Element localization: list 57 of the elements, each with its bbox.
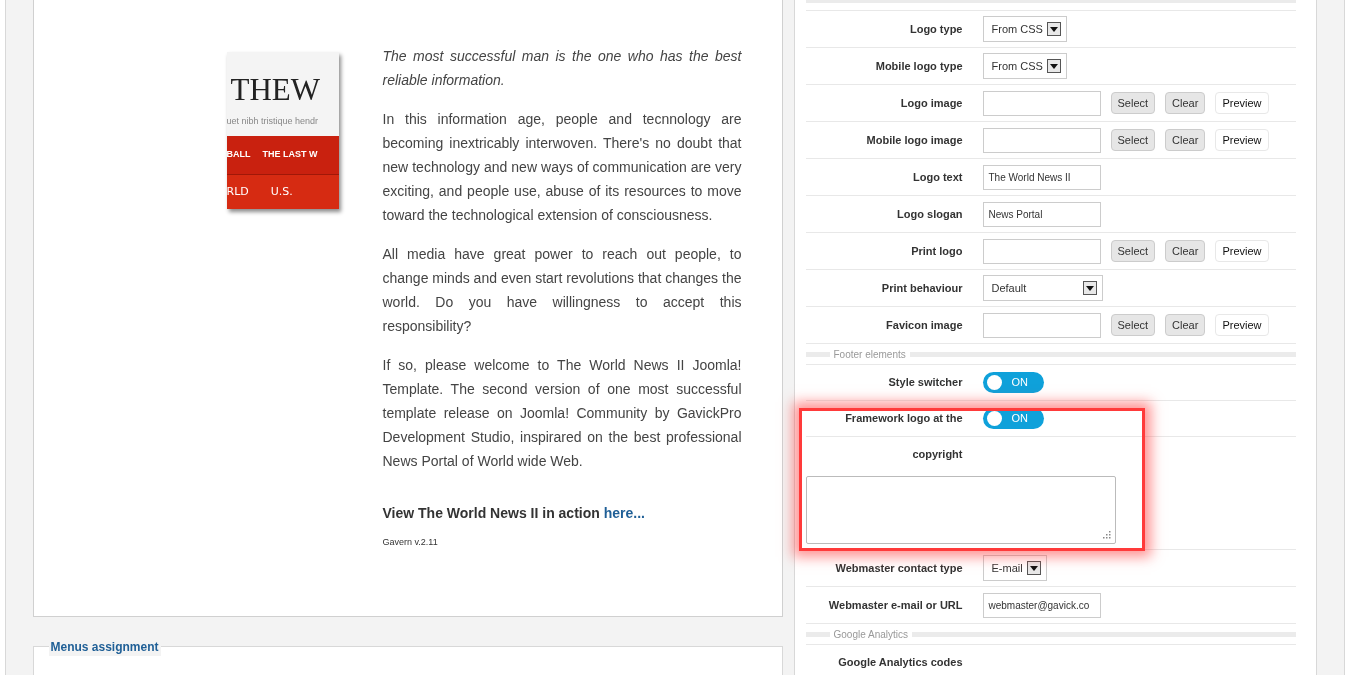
field-label: Framework logo at the [845,412,963,425]
field-label: Webmaster e-mail or URL [828,598,963,611]
caret-icon [1082,281,1097,295]
input-field[interactable] [982,312,1101,338]
field-label: Favicon image [886,318,963,331]
caret-icon [1046,22,1061,36]
field-button[interactable]: Clear [1165,129,1206,151]
preview-tagline: uet nibh tristique hendr [226,115,320,128]
field-button[interactable]: Clear [1165,240,1206,262]
field-label: Logo text [913,170,963,183]
caret-icon [1026,561,1041,575]
field-label: Logo image [900,96,963,109]
call-to-action: View The World News II in action here... [382,504,646,523]
field-label: Print logo [911,244,963,257]
select-field[interactable]: Default [982,275,1103,301]
input-field[interactable]: The World News II [982,164,1101,190]
body-paragraph: All media have great power to reach out people, to change minds and even start revolutions that changes the world. Do you have willingness to accept this responsibility? [382,245,742,336]
field-label: Google Analytics codes [838,656,963,669]
resize-grip-icon [1101,530,1111,539]
field-button[interactable]: Select [1110,129,1156,151]
body-paragraph: If so, please welcome to The World News II Joomla! Template. The second version of one most successful template release on Joomla! Community by GavickPro Development Studio, inspirared on the best professional News Portal of World wide Web. [382,356,742,471]
field-button[interactable]: Clear [1165,92,1206,114]
field-button[interactable]: Clear [1165,314,1206,336]
input-field[interactable]: webmaster@gavick.co [982,592,1101,618]
toggle-state: ON [1011,411,1028,427]
text-area[interactable] [805,476,1116,544]
input-field[interactable]: News Portal [982,201,1101,227]
field-label: Logo type [909,22,963,35]
preview-button[interactable]: Preview [1215,314,1269,336]
preview-logo: THEW [229,71,322,105]
field-label: Mobile logo image [866,133,963,146]
toggle-state: ON [1011,375,1028,391]
preview-tab-label: U.S. [270,183,293,200]
caret-icon [1046,59,1061,73]
select-field[interactable]: E-mail [982,555,1047,581]
preview-button[interactable]: Preview [1215,92,1269,114]
field-label: Print behaviour [881,281,963,294]
select-field[interactable]: From CSS [982,53,1067,79]
input-field[interactable] [982,127,1101,153]
select-field[interactable]: From CSS [982,16,1067,42]
field-label: copyright [912,448,963,461]
quote-text: The most successful man is the one who has the best reliable information. [382,47,742,90]
preview-button[interactable]: Preview [1215,129,1269,151]
field-label: Style switcher [888,376,963,389]
field-button[interactable]: Select [1110,314,1156,336]
input-field[interactable] [982,238,1101,264]
preview-button[interactable]: Preview [1215,240,1269,262]
preview-tab-label: RLD [226,183,249,200]
field-button[interactable]: Select [1110,240,1156,262]
field-label: Logo slogan [897,207,963,220]
body-paragraph: In this information age, people and tecnnology are becoming inextricably interwoven. There's no doubt that new technology and new ways of communication are very exciting, and people use, abuse of its resources to move toward the technological extension of consciousness. [382,110,742,225]
here-link[interactable]: here... [603,505,645,521]
version-text: Gavern v.2.11 [382,536,439,548]
field-label: Mobile logo type [875,59,963,72]
field-button[interactable]: Select [1110,92,1156,114]
field-label: Webmaster contact type [835,561,963,574]
input-field[interactable] [982,90,1101,116]
